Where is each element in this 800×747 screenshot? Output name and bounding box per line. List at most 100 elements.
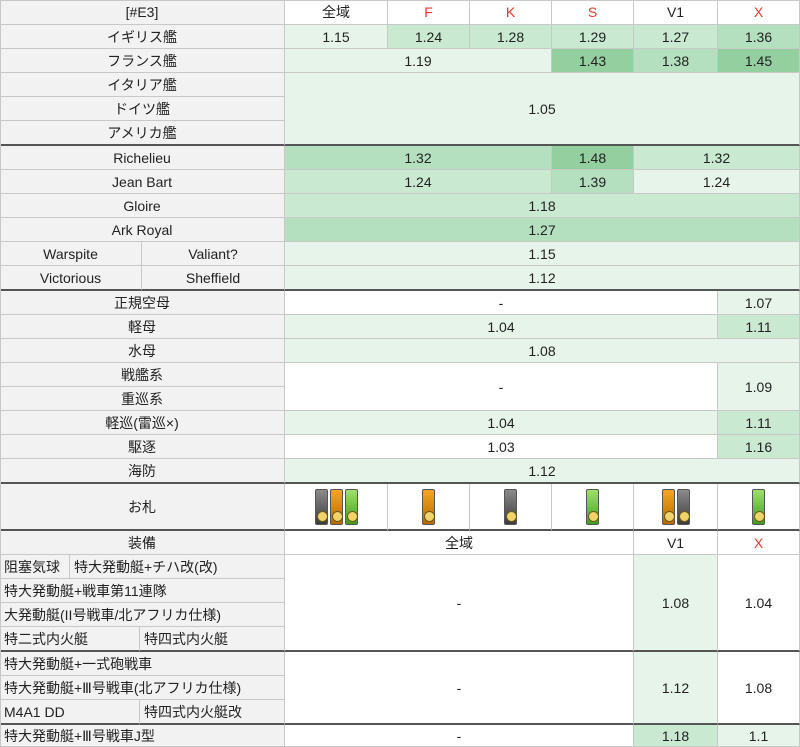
equip-item: 特四式内火艇 [140, 627, 285, 652]
row-label-dd: 駆逐 [0, 435, 285, 459]
equip-g2-all: - [285, 652, 634, 725]
row-label-france: フランス艦 [0, 49, 285, 73]
equip-item: 阻塞気球 [0, 555, 70, 579]
row-label-italy: イタリア艦 [0, 73, 285, 97]
gloire-value: 1.18 [285, 194, 800, 218]
charm-orange-icon [661, 488, 675, 525]
equip-g2-v1: 1.12 [634, 652, 718, 725]
charm-gray-icon [676, 488, 690, 525]
cl-all: 1.04 [285, 411, 718, 435]
row-label-uk: イギリス艦 [0, 25, 285, 49]
equip-item: 特二式内火艇 [0, 627, 140, 652]
uk-v1: 1.27 [634, 25, 718, 49]
richelieu-s: 1.48 [552, 146, 634, 170]
france-v1: 1.38 [634, 49, 718, 73]
charm-orange-icon [329, 488, 343, 525]
charm-cell-all [285, 484, 388, 531]
col-header-s: S [552, 0, 634, 25]
header-corner: [#E3] [0, 0, 285, 25]
equip-item: 特大発動艇+Ⅲ号戦車J型 [0, 725, 285, 747]
equip-g3-v1: 1.18 [634, 725, 718, 747]
equip-g3-all: - [285, 725, 634, 747]
equip-item: 特大発動艇+チハ改(改) [70, 555, 285, 579]
row-label-usa: アメリカ艦 [0, 121, 285, 146]
equip-item: 特大発動艇+一式砲戦車 [0, 652, 285, 676]
jeanbart-v1x: 1.24 [634, 170, 800, 194]
uk-x: 1.36 [718, 25, 800, 49]
col-header-x: X [718, 0, 800, 25]
axis-ships-value: 1.05 [285, 73, 800, 146]
row-label-ca: 重巡系 [0, 387, 285, 411]
row-label-cv: 正規空母 [0, 291, 285, 315]
equip-col-header-all: 全域 [285, 531, 634, 555]
row-label-bb: 戦艦系 [0, 363, 285, 387]
cv-all: - [285, 291, 718, 315]
row-label-sheffield: Sheffield [142, 266, 285, 291]
jeanbart-s: 1.39 [552, 170, 634, 194]
charm-cell-v1 [634, 484, 718, 531]
equip-header-label: 装備 [0, 531, 285, 555]
equip-col-header-v1: V1 [634, 531, 718, 555]
charm-green-icon [344, 488, 358, 525]
row-label-av: 水母 [0, 339, 285, 363]
col-header-all: 全域 [285, 0, 388, 25]
charm-green-icon [586, 488, 599, 525]
de-value: 1.12 [285, 459, 800, 484]
richelieu-all-fk: 1.32 [285, 146, 552, 170]
row-label-cvl: 軽母 [0, 315, 285, 339]
cl-x: 1.11 [718, 411, 800, 435]
charm-gray-icon [504, 488, 517, 525]
uk-f: 1.24 [388, 25, 470, 49]
charm-cell-x [718, 484, 800, 531]
row-label-cl: 軽巡(雷巡×) [0, 411, 285, 435]
charm-cell-f [388, 484, 470, 531]
warspite-value: 1.15 [285, 242, 800, 266]
equip-item: 大発動艇(II号戦車/北アフリカ仕様) [0, 603, 285, 627]
equip-g1-all: - [285, 555, 634, 652]
col-header-k: K [470, 0, 552, 25]
cvl-x: 1.11 [718, 315, 800, 339]
richelieu-v1x: 1.32 [634, 146, 800, 170]
equip-g3-x: 1.1 [718, 725, 800, 747]
row-label-de: 海防 [0, 459, 285, 484]
row-label-warspite: Warspite [0, 242, 142, 266]
cv-x: 1.07 [718, 291, 800, 315]
dd-x: 1.16 [718, 435, 800, 459]
equip-g1-v1: 1.08 [634, 555, 718, 652]
cvl-all: 1.04 [285, 315, 718, 339]
row-label-valiant: Valiant? [142, 242, 285, 266]
row-label-germany: ドイツ艦 [0, 97, 285, 121]
jeanbart-all-fk: 1.24 [285, 170, 552, 194]
uk-s: 1.29 [552, 25, 634, 49]
charm-cell-k [470, 484, 552, 531]
equip-item: 特大発動艇+Ⅲ号戦車(北アフリカ仕様) [0, 676, 285, 700]
equip-col-header-x: X [718, 531, 800, 555]
row-label-gloire: Gloire [0, 194, 285, 218]
bbca-all: - [285, 363, 718, 411]
equip-item: 特大発動艇+戦車第11連隊 [0, 579, 285, 603]
charm-green-icon [752, 488, 765, 525]
equip-g2-x: 1.08 [718, 652, 800, 725]
france-all-fk: 1.19 [285, 49, 552, 73]
av-value: 1.08 [285, 339, 800, 363]
equip-item: M4A1 DD [0, 700, 140, 725]
col-header-v1: V1 [634, 0, 718, 25]
charm-orange-icon [422, 488, 435, 525]
dd-all: 1.03 [285, 435, 718, 459]
charm-gray-icon [314, 488, 328, 525]
france-s: 1.43 [552, 49, 634, 73]
uk-all: 1.15 [285, 25, 388, 49]
e3-bonus-table: [#E3] 全域 F K S V1 X イギリス艦 1.15 1.24 1.28… [0, 0, 800, 747]
row-label-richelieu: Richelieu [0, 146, 285, 170]
uk-k: 1.28 [470, 25, 552, 49]
france-x: 1.45 [718, 49, 800, 73]
equip-item: 特四式内火艇改 [140, 700, 285, 725]
bbca-x: 1.09 [718, 363, 800, 411]
equip-g1-x: 1.04 [718, 555, 800, 652]
row-label-victorious: Victorious [0, 266, 142, 291]
col-header-f: F [388, 0, 470, 25]
charm-cell-s [552, 484, 634, 531]
arkroyal-value: 1.27 [285, 218, 800, 242]
row-label-charm: お札 [0, 484, 285, 531]
victorious-value: 1.12 [285, 266, 800, 291]
